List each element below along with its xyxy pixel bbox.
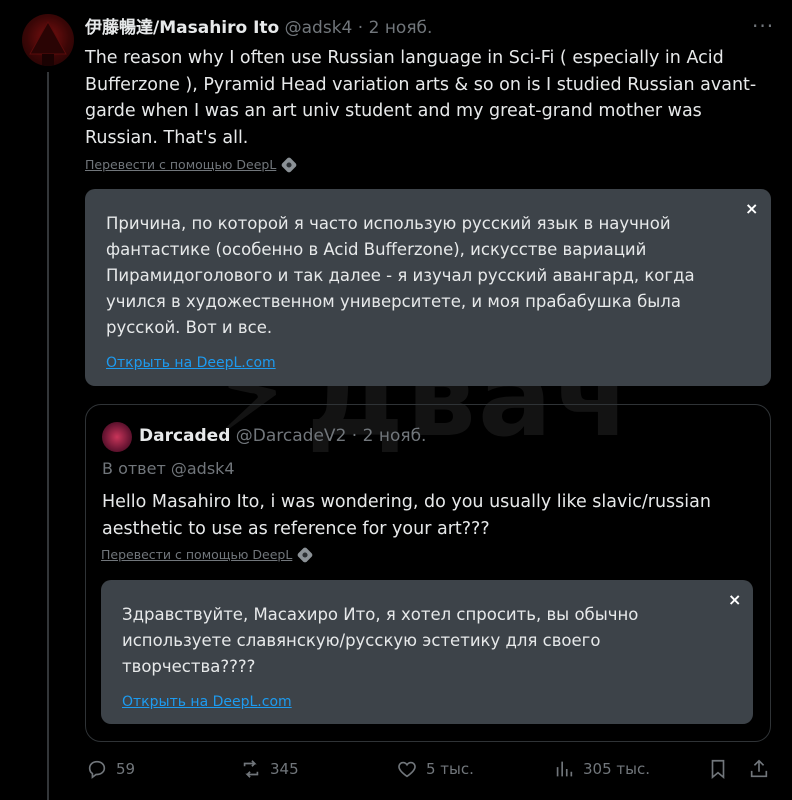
views-count: 305 тыс. — [583, 760, 650, 778]
quoted-translate-link[interactable]: Перевести с помощью DeepL — [101, 546, 314, 563]
quoted-translate-label: Перевести с помощью DeepL — [101, 547, 293, 562]
quoted-deepl-icon — [296, 546, 314, 563]
deepl-icon — [280, 156, 298, 173]
meta-separator: · — [357, 18, 364, 38]
quoted-translation-box: Здравствуйте, Масахиро Ито, я хотел спро… — [101, 580, 753, 724]
reply-to[interactable]: В ответ @adsk4 — [102, 459, 235, 478]
share-icon — [750, 759, 768, 778]
translation-text: Причина, по которой я часто использую ру… — [106, 214, 695, 337]
reply-count: 59 — [116, 760, 136, 778]
more-options-icon[interactable]: ··· — [752, 14, 774, 38]
like-button[interactable]: 5 тыс. — [396, 758, 474, 780]
quoted-meta-separator: · — [351, 426, 358, 446]
thread-line — [47, 72, 49, 800]
repost-button[interactable]: 345 — [240, 758, 299, 780]
like-count: 5 тыс. — [426, 760, 474, 778]
bookmark-icon — [711, 759, 725, 780]
heart-icon — [398, 761, 416, 778]
translation-box: Причина, по которой я часто использую ру… — [85, 189, 771, 386]
repost-icon — [243, 760, 259, 778]
quoted-open-deepl-link[interactable]: Открыть на DeepL.com — [122, 694, 292, 710]
quoted-close-translation-icon[interactable]: × — [728, 590, 741, 609]
bookmark-button[interactable] — [707, 758, 729, 780]
quoted-author-handle[interactable]: @DarcadeV2 — [236, 426, 347, 446]
close-translation-icon[interactable]: × — [745, 199, 758, 218]
quoted-translation-text: Здравствуйте, Масахиро Ито, я хотел спро… — [122, 605, 639, 676]
quoted-header: Darcaded @DarcadeV2 · 2 нояб. — [139, 424, 426, 448]
share-button[interactable] — [748, 758, 770, 780]
author-avatar[interactable] — [22, 14, 74, 66]
open-deepl-link[interactable]: Открыть на DeepL.com — [106, 355, 276, 371]
tweet-header: 伊藤暢達/Masahiro Ito @adsk4 · 2 нояб. — [85, 16, 432, 40]
quoted-author-name[interactable]: Darcaded — [139, 426, 230, 446]
reply-button[interactable]: 59 — [86, 758, 135, 780]
reply-icon — [88, 760, 106, 779]
quoted-text: Hello Masahiro Ito, i was wondering, do … — [102, 492, 711, 539]
translate-label: Перевести с помощью DeepL — [85, 157, 277, 172]
author-handle[interactable]: @adsk4 — [285, 18, 353, 38]
quoted-author-avatar[interactable] — [102, 422, 132, 452]
tweet-date[interactable]: 2 нояб. — [369, 18, 433, 38]
tweet-text: The reason why I often use Russian langu… — [85, 48, 757, 148]
repost-count: 345 — [270, 760, 299, 778]
translate-link[interactable]: Перевести с помощью DeepL — [85, 156, 298, 173]
action-bar: 59 345 5 тыс. 305 тыс. — [0, 758, 792, 786]
quoted-date[interactable]: 2 нояб. — [363, 426, 427, 446]
views-button[interactable]: 305 тыс. — [553, 758, 650, 780]
views-icon — [556, 761, 573, 777]
author-name[interactable]: 伊藤暢達/Masahiro Ito — [85, 18, 279, 38]
